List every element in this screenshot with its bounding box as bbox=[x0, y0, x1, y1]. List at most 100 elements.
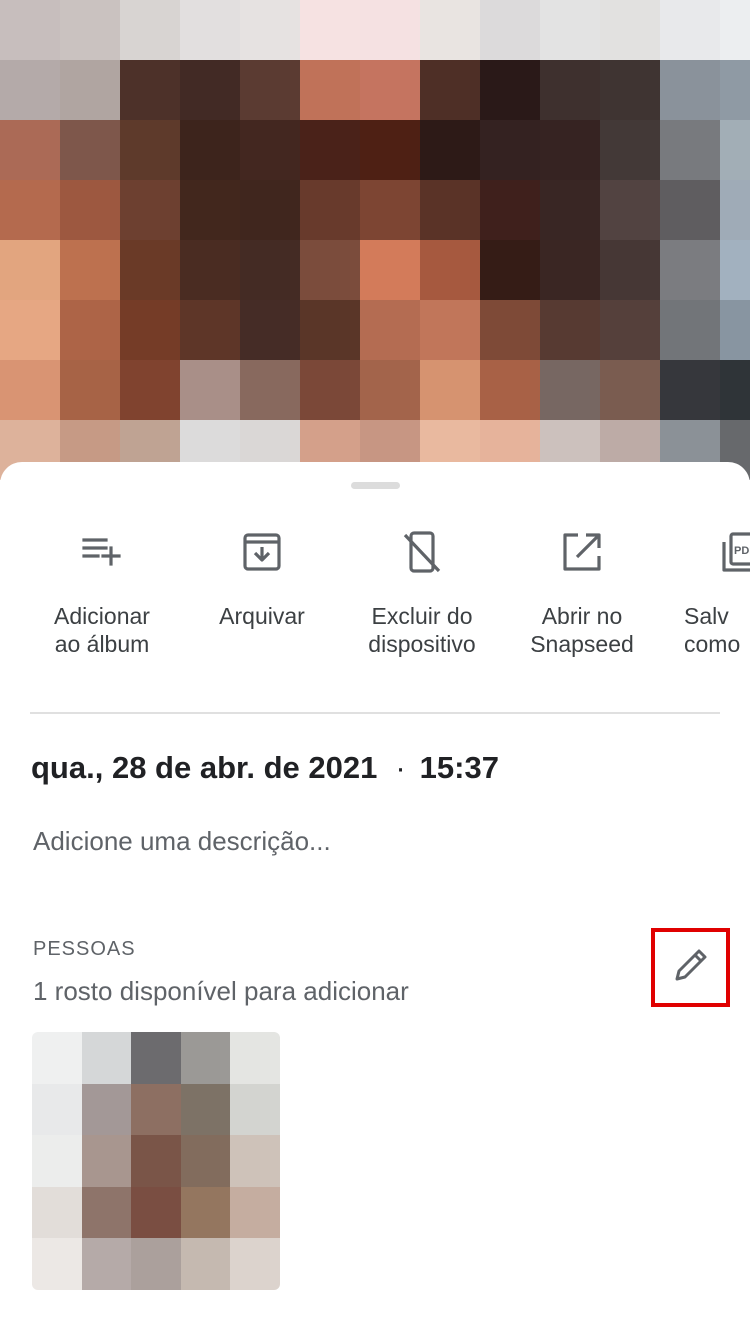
photo-pixel bbox=[0, 120, 60, 180]
photo-pixel bbox=[600, 240, 660, 300]
edit-people-button[interactable] bbox=[651, 928, 730, 1007]
face-pixel bbox=[230, 1083, 280, 1136]
photo-pixel bbox=[0, 180, 60, 240]
photo-datetime[interactable]: qua., 28 de abr. de 2021 · 15:37 bbox=[31, 750, 499, 786]
add-to-album-icon bbox=[80, 530, 124, 574]
photo-pixel bbox=[120, 360, 180, 420]
photo-pixel bbox=[300, 240, 360, 300]
photo-pixel bbox=[60, 180, 120, 240]
photo-pixel bbox=[300, 360, 360, 420]
save-as-pdf-label: Salv como bbox=[684, 603, 741, 657]
photo-pixel bbox=[120, 240, 180, 300]
add-to-album-button[interactable]: Adicionar ao álbum bbox=[22, 530, 182, 658]
photo-pixel bbox=[60, 0, 120, 60]
delete-from-device-label: Excluir do dispositivo bbox=[368, 603, 476, 657]
photo-pixel bbox=[720, 120, 750, 180]
face-pixel bbox=[180, 1186, 231, 1239]
face-pixel bbox=[230, 1238, 280, 1290]
photo-pixel bbox=[240, 300, 300, 360]
photo-pixel bbox=[120, 60, 180, 120]
pdf-icon-text: PDF bbox=[734, 545, 750, 557]
save-as-pdf-button[interactable]: PDF Salv como bbox=[662, 530, 750, 658]
face-pixel bbox=[32, 1083, 82, 1136]
photo-pixel bbox=[480, 360, 540, 420]
photo-pixel bbox=[420, 0, 480, 60]
photo-pixel bbox=[180, 120, 240, 180]
archive-button[interactable]: Arquivar bbox=[182, 530, 342, 630]
photo-pixel bbox=[540, 60, 600, 120]
photo-pixel bbox=[600, 180, 660, 240]
photo-pixel bbox=[480, 120, 540, 180]
photo-pixel bbox=[180, 180, 240, 240]
photo-pixel bbox=[360, 300, 420, 360]
delete-from-device-icon bbox=[400, 530, 444, 574]
photo-pixel bbox=[660, 180, 720, 240]
photo-pixel bbox=[660, 300, 720, 360]
photo-pixel bbox=[420, 300, 480, 360]
photo-date: qua., 28 de abr. de 2021 bbox=[31, 750, 378, 785]
face-pixel bbox=[131, 1083, 181, 1136]
photo-pixel bbox=[480, 60, 540, 120]
photo-pixel bbox=[480, 240, 540, 300]
photo-pixel bbox=[360, 0, 420, 60]
photo-pixel bbox=[660, 240, 720, 300]
face-pixel bbox=[180, 1083, 231, 1136]
photo-pixel bbox=[60, 60, 120, 120]
photo-pixel bbox=[720, 0, 750, 60]
photo-pixel bbox=[660, 0, 720, 60]
photo-pixel bbox=[0, 300, 60, 360]
face-pixel bbox=[81, 1186, 132, 1239]
face-pixel bbox=[131, 1135, 181, 1187]
photo-pixel bbox=[540, 120, 600, 180]
photo-pixel bbox=[240, 240, 300, 300]
date-time-separator: · bbox=[395, 750, 406, 785]
face-pixel bbox=[230, 1135, 280, 1187]
open-in-snapseed-label: Abrir no Snapseed bbox=[530, 603, 634, 657]
photo-pixel bbox=[240, 120, 300, 180]
description-input[interactable]: Adicione uma descrição... bbox=[33, 826, 331, 857]
photo-pixel bbox=[540, 240, 600, 300]
photo-pixel bbox=[660, 60, 720, 120]
sheet-drag-handle[interactable] bbox=[351, 482, 400, 489]
photo-pixel bbox=[660, 360, 720, 420]
photo-pixel bbox=[480, 0, 540, 60]
photo-pixel bbox=[180, 360, 240, 420]
photo-pixel bbox=[0, 360, 60, 420]
photo-pixel bbox=[720, 180, 750, 240]
face-pixel bbox=[180, 1032, 231, 1084]
pencil-icon bbox=[671, 945, 711, 990]
save-as-pdf-icon: PDF bbox=[720, 530, 750, 574]
face-pixel bbox=[81, 1238, 132, 1290]
photo-preview[interactable] bbox=[0, 0, 750, 480]
photo-pixel bbox=[240, 360, 300, 420]
photo-pixel bbox=[180, 60, 240, 120]
face-thumbnail[interactable] bbox=[32, 1032, 280, 1290]
face-pixel bbox=[32, 1238, 82, 1290]
photo-pixel bbox=[600, 300, 660, 360]
photo-pixel bbox=[120, 300, 180, 360]
face-pixel bbox=[180, 1135, 231, 1187]
face-pixel bbox=[131, 1238, 181, 1290]
photo-pixel bbox=[420, 60, 480, 120]
photo-pixel bbox=[720, 300, 750, 360]
photo-pixel bbox=[0, 0, 60, 60]
photo-pixel bbox=[180, 300, 240, 360]
open-in-snapseed-button[interactable]: Abrir no Snapseed bbox=[502, 530, 662, 658]
delete-from-device-button[interactable]: Excluir do dispositivo bbox=[342, 530, 502, 658]
photo-pixel bbox=[120, 0, 180, 60]
photo-pixel bbox=[60, 240, 120, 300]
face-pixel bbox=[81, 1135, 132, 1187]
photo-pixel bbox=[0, 60, 60, 120]
photo-pixel bbox=[360, 360, 420, 420]
face-pixel bbox=[180, 1238, 231, 1290]
photo-pixel bbox=[420, 240, 480, 300]
photo-pixel bbox=[300, 180, 360, 240]
photo-pixel bbox=[120, 120, 180, 180]
photo-pixel bbox=[180, 240, 240, 300]
photo-pixel bbox=[540, 0, 600, 60]
face-pixel bbox=[230, 1032, 280, 1084]
photo-pixel bbox=[240, 180, 300, 240]
face-pixel bbox=[81, 1032, 132, 1084]
photo-pixel bbox=[420, 120, 480, 180]
people-section-title: PESSOAS bbox=[33, 938, 136, 960]
